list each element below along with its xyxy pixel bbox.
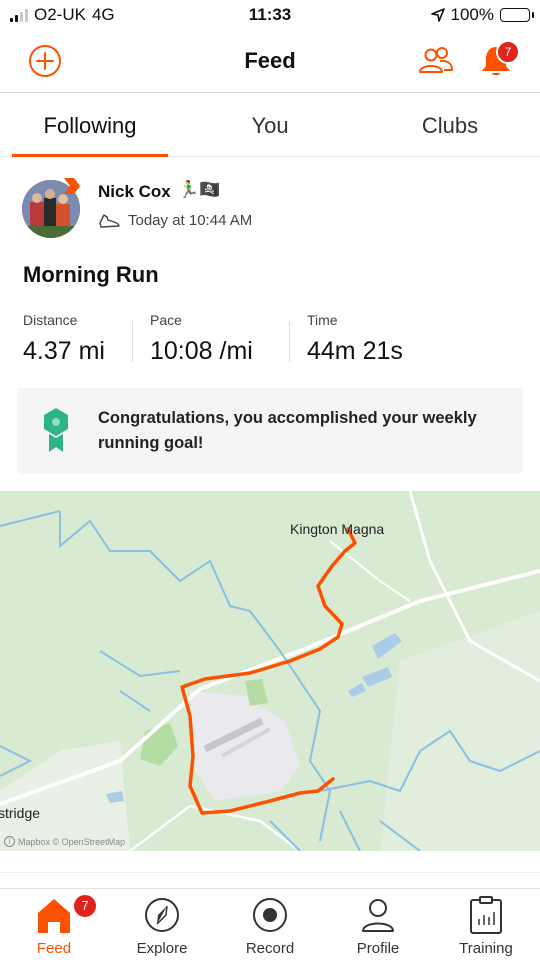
activity-stats: Distance 4.37 mi Pace 10:08 /mi Time 44m… — [23, 312, 523, 372]
activity-header: Nick Cox 🏃‍♂️🏴‍☠️ Today at 10:44 AM — [22, 176, 522, 242]
stat-label: Pace — [150, 312, 182, 328]
map-canvas — [0, 491, 540, 851]
people-icon — [419, 47, 453, 73]
stat-distance: Distance 4.37 mi — [23, 312, 105, 366]
battery-info: 100% — [430, 5, 534, 25]
tab-following[interactable]: Following — [0, 93, 180, 157]
stat-label: Distance — [23, 312, 78, 328]
nav-record[interactable]: Record — [216, 889, 324, 960]
compass-icon — [145, 898, 179, 932]
nav-label: Explore — [136, 940, 188, 957]
athlete-name[interactable]: Nick Cox — [98, 182, 171, 202]
record-icon — [253, 898, 287, 932]
status-bar: O2-UK 4G 11:33 100% — [0, 0, 540, 30]
stat-pace: Pace 10:08 /mi — [132, 312, 253, 366]
nav-profile[interactable]: Profile — [324, 889, 432, 960]
stat-label: Time — [307, 312, 338, 328]
goal-achievement-banner[interactable]: Congratulations, you accomplished your w… — [17, 388, 523, 474]
route-map[interactable]: Kington Magna stridge i Mapbox © OpenStr… — [0, 491, 540, 851]
stat-time: Time 44m 21s — [289, 312, 403, 366]
feed-tabs: Following You Clubs — [0, 92, 540, 157]
stat-value: 4.37 mi — [23, 337, 105, 365]
nav-label: Training — [459, 940, 513, 957]
map-place-label: Kington Magna — [290, 521, 385, 537]
home-icon — [38, 899, 70, 933]
activity-title[interactable]: Morning Run — [23, 262, 159, 288]
nav-training[interactable]: Training — [432, 889, 540, 960]
goal-medal-icon — [44, 408, 68, 452]
battery-percent: 100% — [450, 5, 494, 24]
training-icon — [470, 896, 502, 934]
nav-explore[interactable]: Explore — [108, 889, 216, 960]
info-icon[interactable]: i — [4, 836, 15, 847]
notifications-button[interactable]: 7 — [478, 40, 520, 78]
tab-you[interactable]: You — [180, 93, 360, 156]
find-athletes-button[interactable] — [418, 46, 454, 76]
app-header: Feed 7 — [0, 30, 540, 92]
map-attribution: i Mapbox © OpenStreetMap — [4, 836, 125, 847]
location-arrow-icon — [430, 8, 445, 22]
stat-value: 44m 21s — [307, 337, 403, 365]
nav-label: Profile — [356, 940, 400, 957]
activity-meta: Today at 10:44 AM — [98, 212, 252, 229]
nav-label: Record — [245, 940, 295, 957]
attribution-text: Mapbox © OpenStreetMap — [18, 836, 126, 847]
bottom-nav: 7 Feed Explore Record Profile Training — [0, 888, 540, 960]
battery-icon — [500, 8, 534, 22]
nav-feed[interactable]: 7 Feed — [0, 889, 108, 960]
page-title: Feed — [244, 48, 296, 73]
profile-icon — [362, 899, 394, 932]
map-place-label: stridge — [0, 805, 41, 821]
shoe-icon — [99, 213, 120, 228]
tab-clubs[interactable]: Clubs — [360, 93, 540, 156]
notification-count-badge: 7 — [496, 40, 520, 64]
nav-label: Feed — [36, 940, 72, 957]
goal-message: Congratulations, you accomplished your w… — [98, 409, 477, 452]
feed-badge: 7 — [72, 893, 98, 919]
athlete-emojis: 🏃‍♂️🏴‍☠️ — [178, 180, 221, 199]
activity-timestamp: Today at 10:44 AM — [128, 212, 253, 229]
stat-value: 10:08 /mi — [150, 337, 253, 365]
subscriber-tag-icon — [64, 178, 80, 194]
